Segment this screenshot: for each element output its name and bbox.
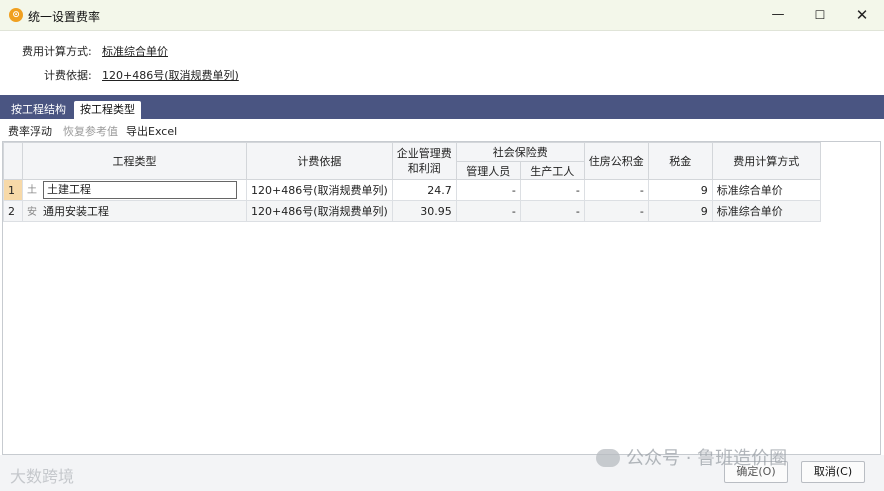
housing-cell[interactable]: - [583,200,649,222]
col-header-calc[interactable]: 费用计算方式 [711,142,821,180]
building-icon: 土 [27,185,37,196]
close-icon[interactable]: ✕ [852,6,872,24]
social-worker-cell[interactable]: - [519,200,585,222]
minimize-icon[interactable]: — [768,6,788,24]
calc-method-label: 费用计算方式: [22,45,92,58]
table-row[interactable]: 2 安通用安装工程 120+486号(取消规费单列) 30.95 - - - 9… [3,200,821,222]
basis-cell[interactable]: 120+486号(取消规费单列) [246,200,393,222]
mgmt-cell[interactable]: 24.7 [391,179,457,201]
cancel-button[interactable]: 取消(C) [801,461,865,483]
col-header-housing[interactable]: 住房公积金 [583,142,649,180]
col-header-type[interactable]: 工程类型 [22,142,247,180]
corner-header [3,142,23,180]
wechat-icon [596,449,620,467]
col-header-basis[interactable]: 计费依据 [246,142,393,180]
app-logo-icon: ⊙ [9,8,23,22]
col-header-social-worker[interactable]: 生产工人 [519,161,585,180]
rate-float-button[interactable]: 费率浮动 [8,123,52,139]
type-text: 通用安装工程 [43,205,109,218]
tab-bar: 按工程结构 按工程类型 [0,95,884,119]
toolbar: 费率浮动 恢复参考值 导出Excel [0,120,884,140]
basis-cell[interactable]: 120+486号(取消规费单列) [246,179,393,201]
social-mgr-cell[interactable]: - [455,200,521,222]
basis-label: 计费依据: [44,69,92,82]
rate-table: 工程类型 计费依据 企业管理费和利润 社会保险费 住房公积金 税金 费用计算方式… [3,142,821,222]
row-number[interactable]: 1 [3,179,23,201]
window-title: 统一设置费率 [28,10,101,24]
install-icon: 安 [27,207,37,218]
export-excel-button[interactable]: 导出Excel [126,123,177,139]
calc-cell[interactable]: 标准综合单价 [711,200,821,222]
calc-cell[interactable]: 标准综合单价 [711,179,821,201]
mgmt-cell[interactable]: 30.95 [391,200,457,222]
type-edit-input[interactable]: 土建工程 [43,181,237,199]
type-cell[interactable]: 土土建工程 [22,179,247,201]
maximize-icon[interactable]: ☐ [810,6,830,24]
type-cell[interactable]: 安通用安装工程 [22,200,247,222]
social-mgr-cell[interactable]: - [455,179,521,201]
col-header-mgmt[interactable]: 企业管理费和利润 [391,142,457,180]
tab-by-structure[interactable]: 按工程结构 [5,101,72,119]
housing-cell[interactable]: - [583,179,649,201]
title-bar: ⊙ 统一设置费率 — ☐ ✕ [0,0,884,31]
basis-value[interactable]: 120+486号(取消规费单列) [102,67,239,83]
calc-method-value[interactable]: 标准综合单价 [102,43,168,59]
social-worker-cell[interactable]: - [519,179,585,201]
table-row[interactable]: 1 土土建工程 120+486号(取消规费单列) 24.7 - - - 9 标准… [3,179,821,201]
row-number[interactable]: 2 [3,200,23,222]
wechat-watermark: 公众号 · 鲁班造价圈 [596,444,787,470]
rate-grid: 工程类型 计费依据 企业管理费和利润 社会保险费 住房公积金 税金 费用计算方式… [2,141,881,455]
tax-cell[interactable]: 9 [647,179,713,201]
wechat-watermark-text: 公众号 · 鲁班造价圈 [626,448,788,469]
restore-reference-button[interactable]: 恢复参考值 [63,123,118,139]
col-header-social[interactable]: 社会保险费 [455,142,585,162]
tab-by-type[interactable]: 按工程类型 [74,101,141,119]
tax-cell[interactable]: 9 [647,200,713,222]
corner-watermark: 大数跨境 [10,467,75,486]
col-header-tax[interactable]: 税金 [647,142,713,180]
col-header-social-mgr[interactable]: 管理人员 [455,161,521,180]
